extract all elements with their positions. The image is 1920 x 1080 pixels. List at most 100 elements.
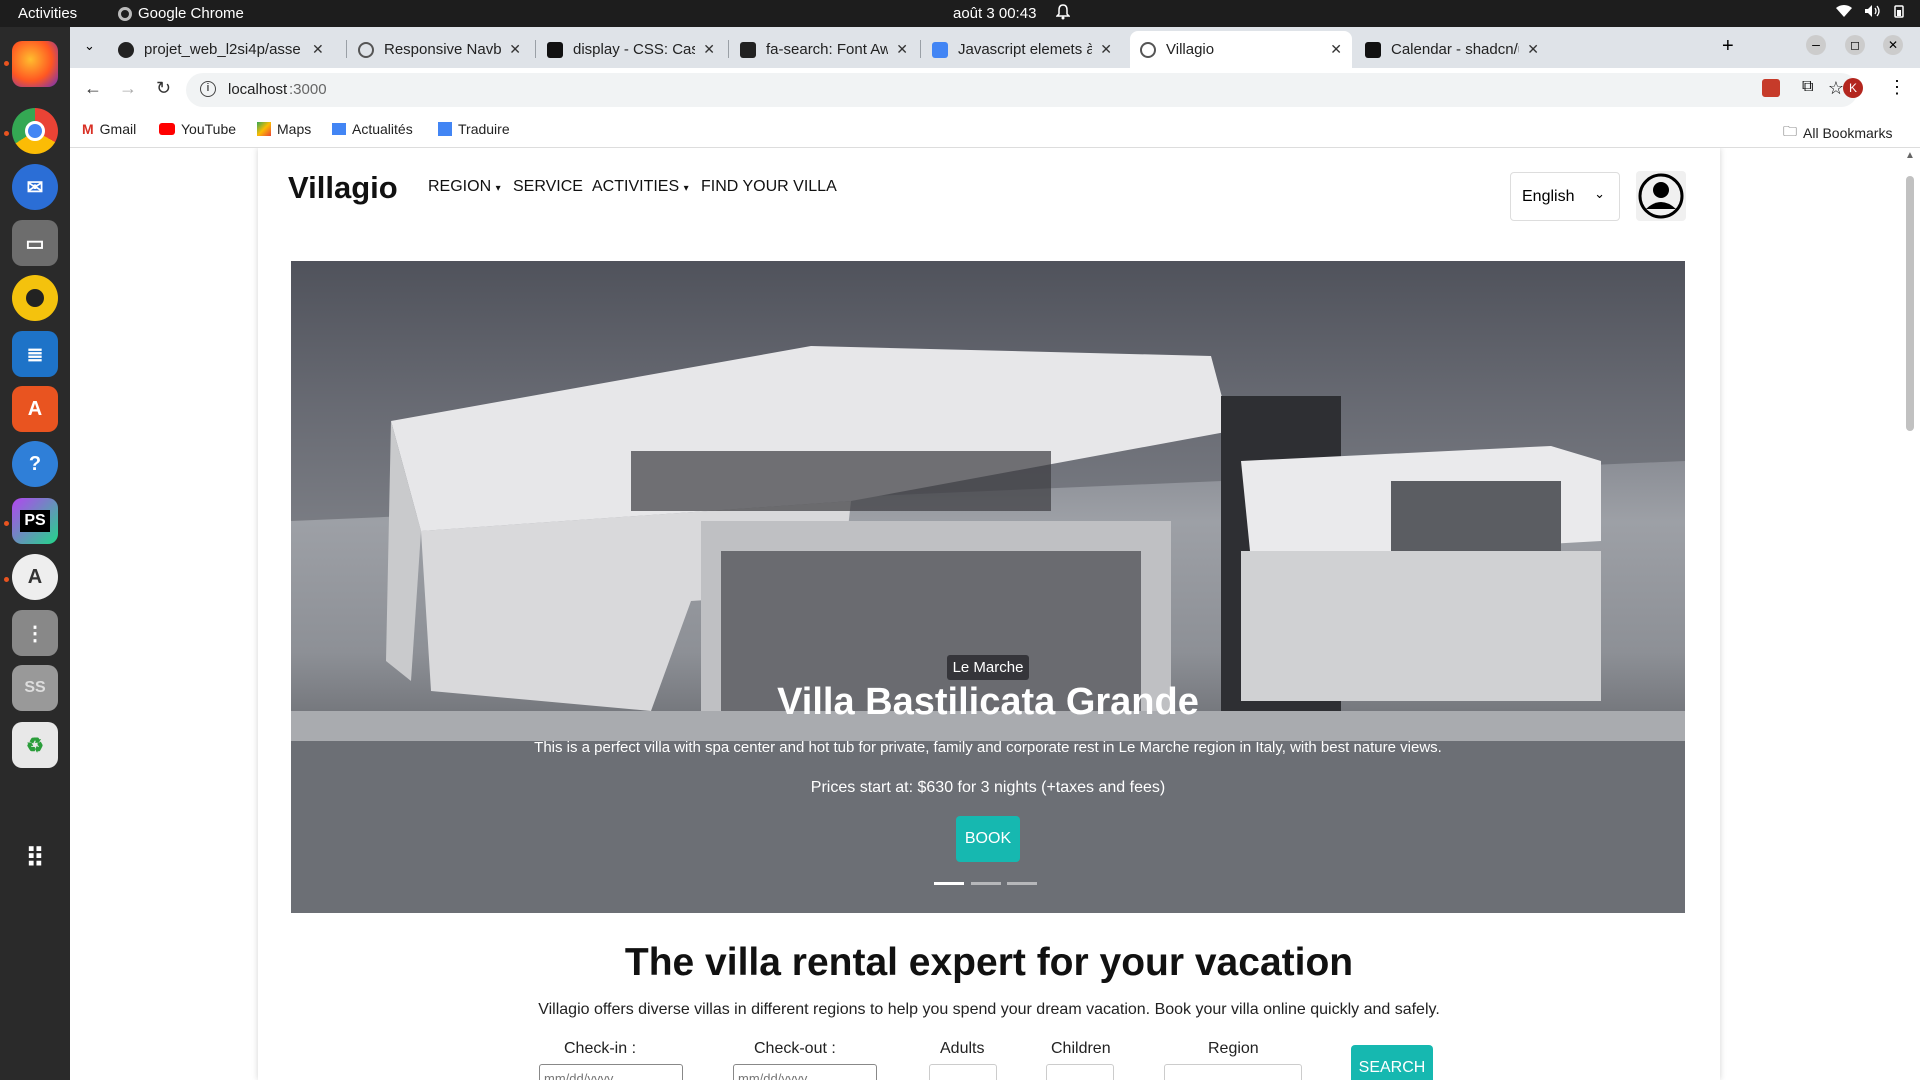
carousel-indicator-active[interactable]	[934, 882, 964, 885]
trash-icon[interactable]: ♻	[12, 722, 58, 768]
close-icon[interactable]: ✕	[509, 41, 521, 58]
bookmark-youtube[interactable]: YouTube	[159, 121, 236, 137]
folder-icon: 🗀	[1783, 123, 1797, 139]
maximize-icon[interactable]: ◻	[1845, 35, 1865, 55]
scrollbar-thumb[interactable]	[1906, 176, 1914, 431]
bell-icon[interactable]	[1055, 4, 1071, 24]
tab[interactable]: Responsive Navbar Adj ✕	[348, 31, 531, 68]
star-icon[interactable]: ☆	[1828, 78, 1844, 99]
power-icon	[1894, 5, 1904, 18]
info-icon[interactable]: i	[200, 81, 216, 97]
tab-title: projet_web_l2si4p/asse	[144, 41, 301, 58]
phpstorm-icon[interactable]: PS	[12, 498, 58, 544]
thunderbird-icon[interactable]: ✉	[12, 164, 58, 210]
translate-icon	[438, 122, 452, 136]
chevron-down-icon: ⌄	[1594, 186, 1605, 201]
bookmark-traduire[interactable]: Traduire	[438, 121, 510, 137]
activities-button[interactable]: Activities	[18, 5, 77, 22]
apps-grid-icon[interactable]: ⠿	[12, 835, 58, 881]
bookmark-maps[interactable]: Maps	[257, 121, 311, 137]
help-icon[interactable]: ?	[12, 441, 58, 487]
children-input[interactable]	[1046, 1064, 1114, 1080]
minimize-icon[interactable]: –	[1806, 35, 1826, 55]
firefox-icon[interactable]	[12, 41, 58, 87]
system-tray[interactable]	[1836, 4, 1906, 18]
gmail-icon: M	[82, 121, 94, 137]
rhythmbox-icon[interactable]	[12, 275, 58, 321]
active-app[interactable]: Google Chrome	[118, 5, 244, 22]
tab-title: Responsive Navbar Adj	[384, 41, 502, 58]
user-avatar-button[interactable]	[1636, 171, 1686, 221]
language-select[interactable]: English ⌄	[1510, 172, 1620, 221]
running-indicator	[4, 61, 9, 66]
files-icon[interactable]: ▭	[12, 220, 58, 266]
profile-avatar[interactable]: K	[1843, 78, 1863, 98]
dock: ✉ ▭ ≣ A ? PS A ⋮ SS ♻ ⠿	[0, 27, 70, 1080]
new-tab-icon[interactable]: +	[1722, 35, 1734, 58]
bookmark-label: Gmail	[99, 121, 137, 137]
puzzle-icon[interactable]: ⧉	[1802, 78, 1813, 96]
tab[interactable]: projet_web_l2si4p/asse ✕	[108, 31, 344, 68]
checkin-date-input[interactable]	[539, 1064, 683, 1080]
close-icon[interactable]: ✕	[1100, 41, 1112, 58]
nav-find-villa[interactable]: FIND YOUR VILLA	[701, 178, 837, 196]
all-bookmarks[interactable]: 🗀 All Bookmarks	[1783, 121, 1892, 145]
checkout-date-input[interactable]	[733, 1064, 877, 1080]
extension-icon[interactable]	[1762, 79, 1780, 97]
writer-icon[interactable]: ≣	[12, 331, 58, 377]
disks-icon[interactable]: ⋮	[12, 610, 58, 656]
news-icon	[332, 123, 346, 135]
search-button[interactable]: SEARCH	[1351, 1045, 1433, 1080]
globe-icon	[1140, 41, 1156, 58]
tab[interactable]: fa-search: Font Aweson ✕	[730, 31, 918, 68]
tab[interactable]: Calendar - shadcn/ui ✕	[1355, 31, 1549, 68]
updater-icon[interactable]: A	[12, 554, 58, 600]
running-indicator	[4, 521, 9, 526]
bookmark-gmail[interactable]: M Gmail	[82, 121, 136, 137]
carousel-indicator[interactable]	[971, 882, 1001, 885]
forward-icon[interactable]: →	[119, 78, 137, 99]
caret-down-icon: ▾	[495, 183, 501, 194]
window-close-icon[interactable]: ✕	[1883, 35, 1903, 55]
bookmark-actualites[interactable]: Actualités	[332, 121, 413, 137]
tab-title: Calendar - shadcn/ui	[1391, 41, 1520, 58]
chrome-icon[interactable]	[12, 108, 58, 154]
tab-search-icon[interactable]: ⌄	[84, 38, 95, 54]
region-select[interactable]	[1164, 1064, 1302, 1080]
url-port: :3000	[289, 81, 327, 98]
hero-description: This is a perfect villa with spa center …	[534, 739, 1442, 756]
clock[interactable]: août 3 00:43	[953, 5, 1036, 22]
scrollbar[interactable]: ▲	[1904, 148, 1916, 1080]
nav-service[interactable]: SERVICE	[513, 178, 583, 196]
brand-logo[interactable]: Villagio	[288, 170, 398, 206]
mdn-icon	[547, 41, 563, 58]
ssh-icon[interactable]: SS	[12, 665, 58, 711]
app-center-icon[interactable]: A	[12, 386, 58, 432]
carousel-indicator[interactable]	[1007, 882, 1037, 885]
checkin-label: Check-in :	[564, 1040, 637, 1057]
omnibox[interactable]: i localhost:3000 ☆	[186, 73, 1858, 107]
tab[interactable]: Javascript elemets à co ✕	[922, 31, 1122, 68]
region-label: Region	[1208, 1040, 1259, 1057]
tab-separator	[346, 40, 347, 58]
reload-icon[interactable]: ↻	[156, 78, 171, 99]
url-host: localhost	[228, 81, 288, 98]
close-icon[interactable]: ✕	[896, 41, 908, 58]
tab-title: Villagio	[1166, 41, 1215, 58]
tab-active[interactable]: Villagio ✕	[1130, 31, 1352, 68]
close-icon[interactable]: ✕	[1527, 41, 1539, 58]
back-icon[interactable]: ←	[84, 78, 102, 99]
close-icon[interactable]: ✕	[312, 41, 324, 58]
nav-region[interactable]: REGION ▾	[428, 178, 501, 196]
menu-icon[interactable]: ⋮	[1888, 77, 1906, 98]
nav-activities[interactable]: ACTIVITIES ▾	[592, 178, 689, 196]
bookmark-label: Actualités	[352, 121, 413, 137]
close-icon[interactable]: ✕	[1330, 41, 1342, 58]
tab[interactable]: display - CSS: Cascading ✕	[537, 31, 725, 68]
bookmark-label: Traduire	[458, 121, 510, 137]
book-button[interactable]: BOOK	[956, 816, 1020, 862]
os-top-bar: Activities Google Chrome août 3 00:43	[0, 0, 1920, 27]
adults-input[interactable]	[929, 1064, 997, 1080]
close-icon[interactable]: ✕	[703, 41, 715, 58]
scroll-up-icon[interactable]: ▲	[1905, 150, 1915, 161]
